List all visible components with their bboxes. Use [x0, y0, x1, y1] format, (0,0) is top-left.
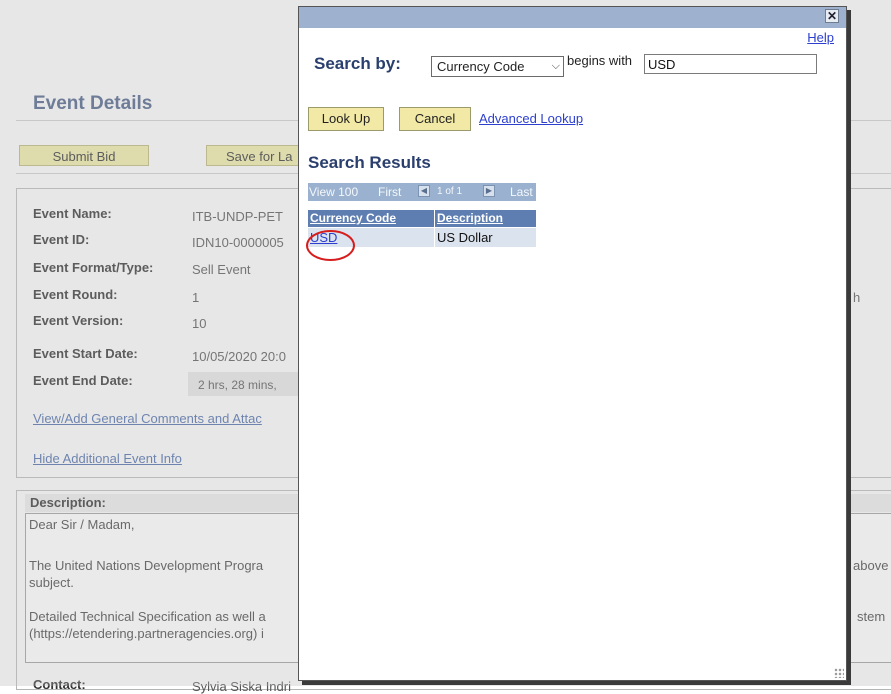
column-header-description[interactable]: Description — [435, 210, 536, 227]
view-all-link[interactable]: View 100 — [309, 183, 358, 201]
advanced-lookup-link[interactable]: Advanced Lookup — [479, 111, 583, 126]
close-icon[interactable]: ✕ — [825, 9, 839, 23]
chevron-down-icon: ⌵ — [551, 60, 560, 72]
look-up-button[interactable]: Look Up — [308, 107, 384, 131]
cancel-button[interactable]: Cancel — [399, 107, 471, 131]
resize-grip-icon[interactable] — [834, 668, 844, 678]
next-arrow-icon[interactable]: ▶ — [483, 185, 495, 197]
search-field-selected: Currency Code — [437, 59, 525, 74]
column-header-currency-code[interactable]: Currency Code — [308, 210, 434, 227]
search-input[interactable] — [644, 54, 817, 74]
last-link[interactable]: Last — [510, 183, 533, 201]
search-field-select[interactable]: Currency Code ⌵ — [431, 56, 564, 77]
table-row-code: USD — [308, 228, 434, 247]
results-navigation: View 100 First ◀ 1 of 1 ▶ Last — [308, 183, 536, 201]
search-by-label: Search by: — [314, 54, 401, 73]
modal-titlebar[interactable]: ✕ — [299, 7, 846, 28]
currency-code-link[interactable]: USD — [310, 230, 337, 245]
page-range: 1 of 1 — [437, 186, 463, 197]
prev-arrow-icon[interactable]: ◀ — [418, 185, 430, 197]
table-row-description: US Dollar — [435, 228, 536, 247]
search-results-title: Search Results — [308, 153, 431, 172]
first-link[interactable]: First — [378, 183, 401, 201]
help-link[interactable]: Help — [807, 30, 834, 45]
lookup-modal: ✕ Help Search by: Currency Code ⌵ begins… — [298, 6, 847, 681]
operator-label: begins with — [567, 53, 633, 68]
